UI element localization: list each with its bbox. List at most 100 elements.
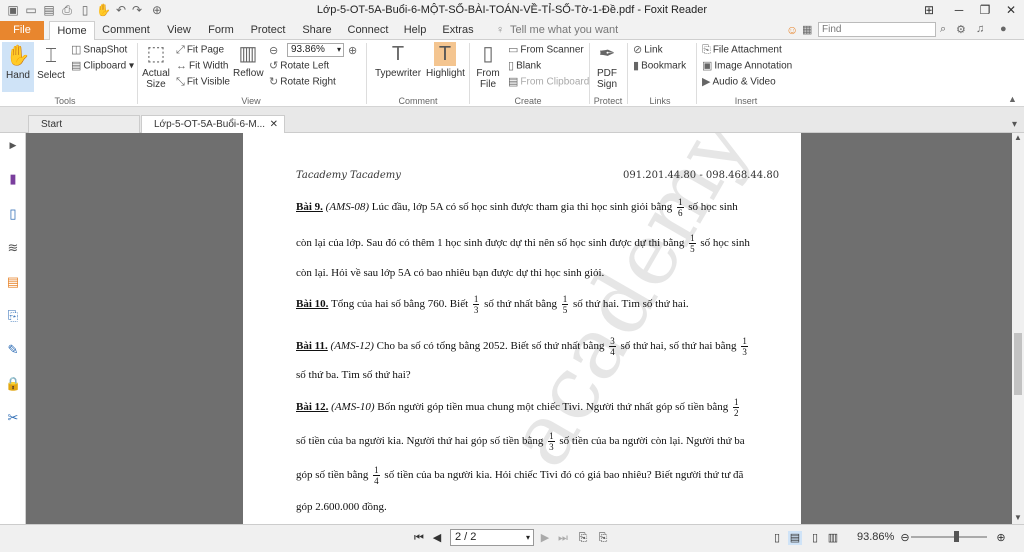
typewriter-button[interactable]: T Typewriter <box>372 42 424 79</box>
problem-12-line-4: góp 2.600.000 đồng. <box>296 501 387 513</box>
scroll-up-icon[interactable]: ▲ <box>1014 133 1022 142</box>
tab-menu-icon[interactable]: ▾ <box>1012 119 1017 130</box>
problem-9-line-3: còn lại. Hỏi về sau lớp 5A có bao nhiêu … <box>296 267 605 279</box>
actual-size-button[interactable]: ⬚ Actual Size <box>141 42 171 90</box>
blank-button[interactable]: ▯ Blank <box>508 60 541 73</box>
tools-group-label: Tools <box>54 96 76 106</box>
audio-video-button[interactable]: ▶ Audio & Video <box>702 76 776 89</box>
menu-bar: File Home Comment View Form Protect Shar… <box>0 21 1024 55</box>
attachments-panel-icon[interactable]: ⎘ <box>5 308 21 324</box>
tab-connect[interactable]: Connect <box>345 21 391 40</box>
settings-icon[interactable]: ⚙ <box>956 23 966 36</box>
fit-page-button[interactable]: ⤢ Fit Page <box>176 44 224 57</box>
next-page-icon[interactable]: ▶ <box>538 531 552 545</box>
close-button[interactable]: ✕ <box>1002 2 1020 18</box>
previous-view-icon[interactable]: ⎘ <box>576 531 590 545</box>
pdf-sign-button[interactable]: ✒ PDF Sign <box>593 42 621 90</box>
zoom-in-icon[interactable]: ⊕ <box>348 44 357 57</box>
tab-extras[interactable]: Extras <box>440 21 476 40</box>
next-view-icon[interactable]: ⎘ <box>596 531 610 545</box>
title-bar: ▣ ▭ ▤ ⎙ ▯ ✋ ↶ ↷ ⊕ Lớp-5-OT-5A-Buổi-6-MỘT… <box>0 0 1024 21</box>
fit-width-icon: ↔ <box>176 60 187 72</box>
search-icon[interactable]: ⌕ <box>940 23 946 36</box>
zoom-slider[interactable] <box>911 536 987 538</box>
zoom-select[interactable]: 93.86% ▾ <box>287 43 344 57</box>
zoom-out-icon[interactable]: ⊖ <box>898 531 912 545</box>
tab-start[interactable]: Start <box>28 115 140 133</box>
fit-visible-button[interactable]: ⤡ Fit Visible <box>176 76 230 89</box>
file-attachment-button[interactable]: ⎘ File Attachment <box>702 44 782 57</box>
fraction: 34 <box>609 336 616 357</box>
user-icon[interactable]: ● <box>1000 23 1007 35</box>
close-tab-icon[interactable]: ✕ <box>270 116 278 134</box>
shop-icon[interactable]: ▦ <box>802 23 812 36</box>
bookmark-panel-icon[interactable]: ▮ <box>5 171 21 187</box>
divider <box>469 43 470 104</box>
pen-icon: ✒ <box>598 43 616 65</box>
comments-panel-icon[interactable]: ▤ <box>5 274 21 290</box>
previous-page-icon[interactable]: ◀ <box>430 531 444 545</box>
tab-comment[interactable]: Comment <box>101 21 151 40</box>
tab-share[interactable]: Share <box>298 21 336 40</box>
zoom-in-icon[interactable]: ⊕ <box>994 531 1008 545</box>
last-page-icon[interactable]: ⏭ <box>556 531 570 545</box>
lightbulb-icon: ♀ <box>496 24 505 36</box>
clipboard-button[interactable]: ▤ Clipboard ▾ <box>71 60 134 73</box>
zoom-slider-handle[interactable] <box>954 531 959 542</box>
fit-width-button[interactable]: ↔ Fit Width <box>176 60 228 73</box>
bookmark-button[interactable]: ▮ Bookmark <box>633 60 686 73</box>
from-scanner-button[interactable]: ▭ From Scanner <box>508 44 584 57</box>
collapse-ribbon-icon[interactable]: ▲ <box>1008 94 1017 104</box>
typewriter-icon: T <box>391 43 405 65</box>
problem-9-line-1: Bài 9. (AMS-08) Lúc đầu, lớp 5A có số họ… <box>296 197 738 218</box>
bookmark-icon: ▮ <box>633 60 640 72</box>
layers-panel-icon[interactable]: ≋ <box>5 240 21 256</box>
find-input[interactable]: Find <box>818 22 936 37</box>
continuous-facing-icon[interactable]: ▥ <box>826 531 840 545</box>
bell-icon[interactable]: ♫ <box>976 23 984 35</box>
restore-button[interactable]: ❐ <box>976 2 994 18</box>
scroll-down-icon[interactable]: ▼ <box>1014 513 1022 522</box>
first-page-icon[interactable]: ⏮ <box>412 531 426 545</box>
snapshot-button[interactable]: ◫ SnapShot <box>71 44 127 57</box>
select-button[interactable]: ⌶ Select <box>36 42 66 81</box>
hand-button[interactable]: ✋ Hand <box>2 42 34 92</box>
tab-form[interactable]: Form <box>204 21 238 40</box>
link-button[interactable]: ⊘ Link <box>633 44 663 57</box>
facing-page-icon[interactable]: ▯ <box>808 531 822 545</box>
problem-11-line-1: Bài 11. (AMS-12) Cho ba số có tổng bằng … <box>296 336 748 357</box>
layout-icon[interactable]: ⊞ <box>920 2 938 18</box>
scroll-thumb[interactable] <box>1014 333 1022 395</box>
tab-help[interactable]: Help <box>400 21 430 40</box>
fraction: 13 <box>472 294 480 315</box>
rotate-left-button[interactable]: ↺ Rotate Left <box>269 60 329 73</box>
vertical-scrollbar[interactable]: ▲ ▼ <box>1012 133 1024 524</box>
single-page-icon[interactable]: ▯ <box>770 531 784 545</box>
tab-document[interactable]: Lớp-5-OT-5A-Buổi-6-M... ✕ <box>141 115 285 133</box>
image-annotation-button[interactable]: ▣ Image Annotation <box>702 60 792 73</box>
continuous-page-icon[interactable]: ▤ <box>788 531 802 545</box>
security-lock-icon[interactable]: 🔒 <box>5 376 21 392</box>
zoom-out-icon[interactable]: ⊖ <box>269 44 278 57</box>
tab-protect[interactable]: Protect <box>247 21 289 40</box>
page-number-input[interactable]: 2 / 2 ▾ <box>450 529 534 546</box>
expand-panel-icon[interactable]: ▶ <box>5 137 21 153</box>
links-group-label: Links <box>649 96 671 106</box>
page-header-left: Tacademy Tacademy <box>296 170 401 181</box>
from-clipboard-button[interactable]: ▤ From Clipboard <box>508 76 589 89</box>
from-file-button[interactable]: ▯ From File <box>474 42 502 90</box>
tags-panel-icon[interactable]: ✂ <box>5 410 21 426</box>
tell-me-input[interactable]: Tell me what you want to do... <box>510 21 630 55</box>
problem-12-line-1: Bài 12. (AMS-10) Bốn người góp tiền mua … <box>296 397 740 418</box>
tab-home[interactable]: Home <box>49 21 95 41</box>
pages-panel-icon[interactable]: ▯ <box>5 206 21 222</box>
minimize-button[interactable]: ─ <box>950 2 968 18</box>
highlight-button[interactable]: T Highlight <box>426 42 465 79</box>
smiley-icon[interactable]: ☺ <box>786 23 798 37</box>
rotate-right-button[interactable]: ↻ Rotate Right <box>269 76 336 89</box>
reflow-button[interactable]: ▥ Reflow <box>233 42 264 79</box>
file-menu[interactable]: File <box>0 21 44 40</box>
signatures-panel-icon[interactable]: ✎ <box>5 342 21 358</box>
clipboard-icon: ▤ <box>508 76 519 88</box>
tab-view[interactable]: View <box>162 21 196 40</box>
